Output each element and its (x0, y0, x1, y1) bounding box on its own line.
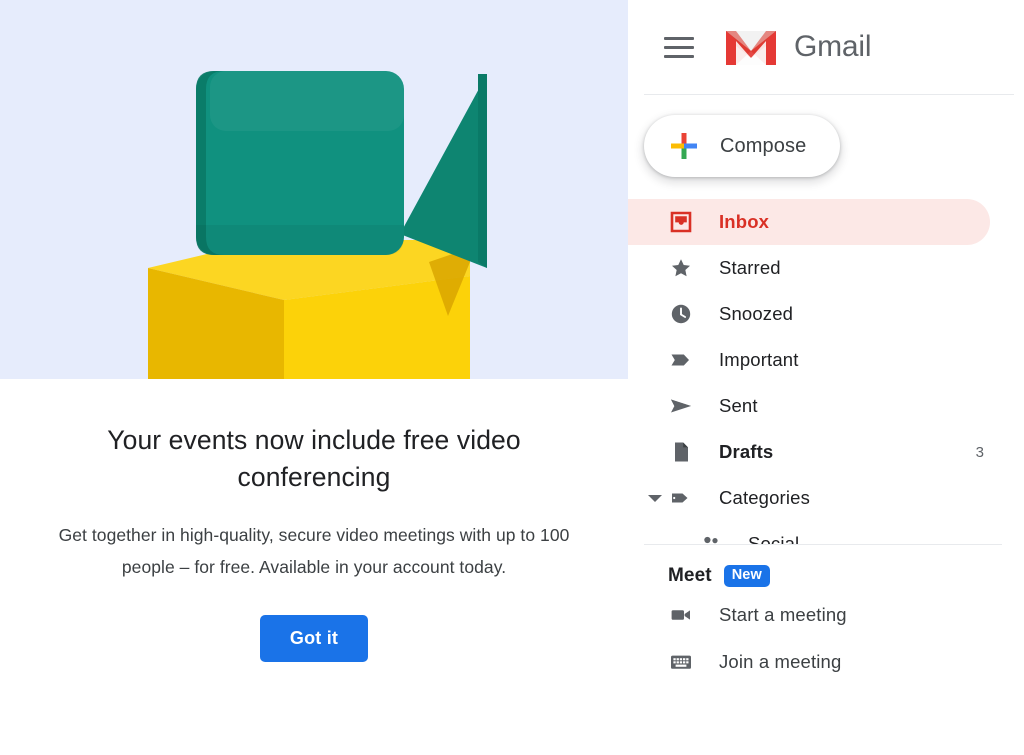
gmail-logo-icon (726, 31, 776, 65)
sidebar-item-label: Start a meeting (719, 603, 847, 625)
sidebar-item-label: Sent (719, 395, 758, 416)
sidebar-item-drafts[interactable]: Drafts 3 (628, 429, 990, 475)
meet-title: Meet (668, 565, 712, 586)
compose-button[interactable]: Compose (644, 115, 841, 177)
hamburger-bar (664, 45, 694, 49)
hamburger-menu-icon[interactable] (660, 28, 698, 66)
sidebar-item-snoozed[interactable]: Snoozed (628, 291, 990, 337)
promo-title: Your events now include free video confe… (107, 425, 521, 492)
hamburger-bar (664, 54, 694, 58)
meet-new-badge: New (723, 565, 770, 587)
gmail-promo-screen: Your events now include free video confe… (0, 0, 1024, 755)
sidebar-item-important[interactable]: Important (628, 337, 990, 383)
hamburger-bar (664, 36, 694, 40)
sidebar-header: Gmail (628, 0, 1024, 94)
sidebar-item-label: Social (748, 533, 800, 544)
plus-icon (671, 133, 697, 159)
drafts-count: 3 (975, 443, 984, 461)
promo-panel: Your events now include free video confe… (0, 0, 628, 755)
chevron-down-icon[interactable] (648, 494, 662, 502)
brand-name: Gmail (794, 30, 872, 63)
sidebar-item-join-a-meeting[interactable]: Join a meeting (628, 638, 990, 685)
gmail-brand[interactable]: Gmail (722, 25, 872, 69)
promo-text-block: Your events now include free video confe… (0, 379, 628, 662)
label-important-icon (668, 347, 694, 373)
promo-hero-image (0, 0, 628, 379)
sidebar-item-starred[interactable]: Starred (628, 245, 990, 291)
meet-header: Meet New (628, 561, 1024, 591)
sidebar-item-sent[interactable]: Sent (628, 383, 990, 429)
sidebar-item-label: Join a meeting (719, 650, 842, 672)
people-icon (698, 531, 724, 544)
compose-container: Compose (628, 95, 1024, 177)
got-it-button[interactable]: Got it (259, 615, 369, 662)
star-icon (668, 255, 694, 281)
sidebar-item-label: Starred (719, 257, 781, 278)
sidebar-item-label: Drafts (719, 441, 774, 462)
videocam-icon (668, 602, 694, 628)
label-icon (668, 485, 694, 511)
sidebar-item-label: Important (719, 349, 799, 370)
sidebar-item-start-a-meeting[interactable]: Start a meeting (628, 591, 990, 638)
sidebar-nav: Inbox Starred Snoozed Important Sent Dra… (628, 199, 1024, 544)
sidebar-item-social[interactable]: Social (628, 521, 990, 544)
meet-section: Meet New Start a meeting Join a meeting (628, 545, 1024, 685)
sidebar-item-categories[interactable]: Categories (628, 475, 990, 521)
sidebar-item-inbox[interactable]: Inbox (628, 199, 990, 245)
sidebar-item-label: Snoozed (719, 303, 794, 324)
draft-icon (668, 439, 694, 465)
send-icon (668, 393, 694, 419)
clock-icon (668, 301, 694, 327)
sidebar-item-label: Inbox (719, 211, 770, 232)
promo-description: Get together in high-quality, secure vid… (58, 525, 570, 577)
compose-label: Compose (720, 134, 807, 157)
inbox-icon (668, 209, 694, 235)
gmail-sidebar: Gmail Compose Inbox Starred Snoozed Impo… (628, 0, 1024, 755)
promo-cta-container: Got it (38, 583, 590, 662)
sidebar-nav-scroll[interactable]: Inbox Starred Snoozed Important Sent Dra… (628, 199, 1024, 544)
sidebar-item-label: Categories (719, 487, 810, 508)
video-camera-on-cube-illustration (0, 0, 628, 379)
keyboard-icon (668, 649, 694, 675)
